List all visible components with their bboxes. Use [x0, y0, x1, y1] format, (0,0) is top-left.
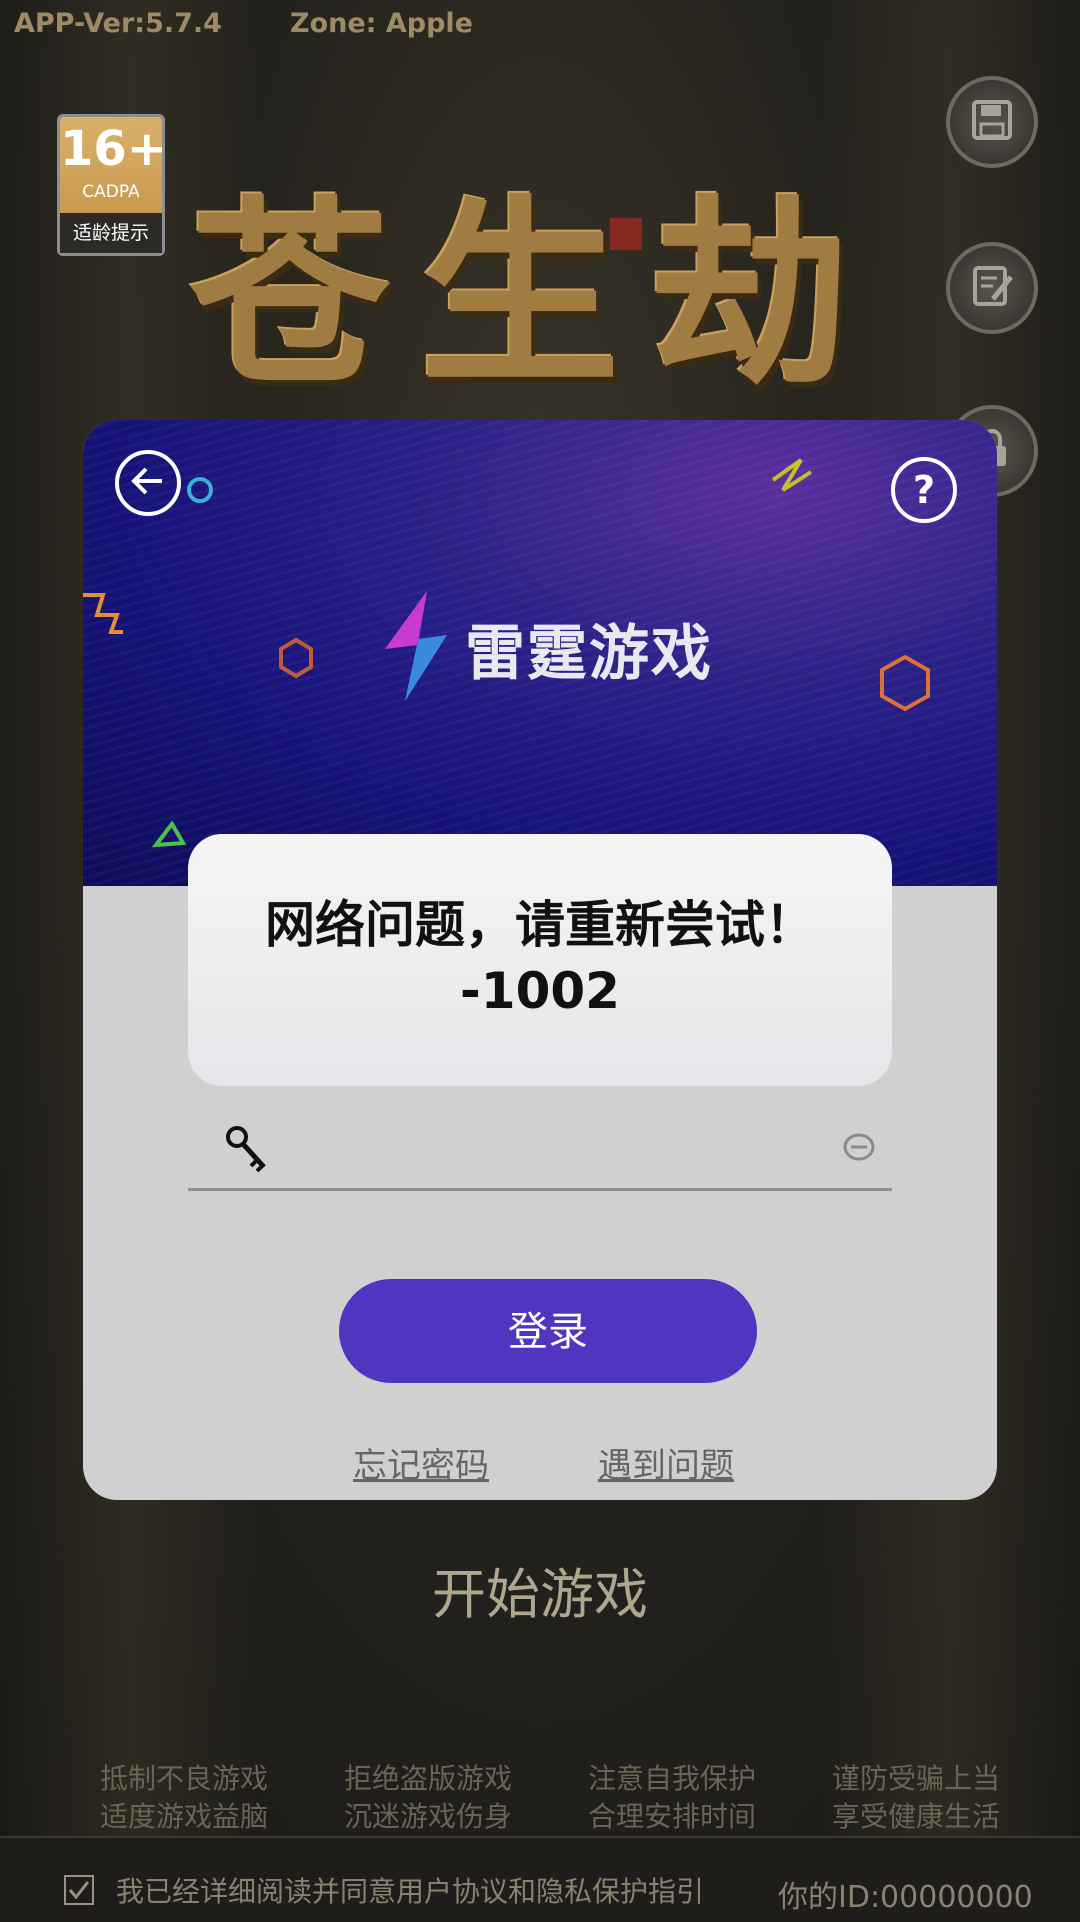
- health-notice-item: 沉迷游戏伤身: [343, 1800, 512, 1833]
- health-notice-item: 拒绝盗版游戏: [343, 1762, 512, 1795]
- login-button[interactable]: 登录: [339, 1279, 757, 1383]
- health-notice: 抵制不良游戏 拒绝盗版游戏 注意自我保护 谨防受骗上当 适度游戏益脑 沉迷游戏伤…: [100, 1760, 1000, 1836]
- bolt-logo-icon: [383, 591, 453, 705]
- dialog-banner: ? 雷霆游戏: [83, 420, 997, 886]
- checkmark-icon: [66, 1877, 92, 1903]
- notes-icon: [969, 263, 1015, 313]
- question-icon: ?: [912, 468, 936, 512]
- brand-name: 雷霆游戏: [465, 618, 713, 689]
- zone-label: Zone: Apple: [290, 8, 473, 39]
- password-field[interactable]: [188, 1110, 892, 1191]
- error-toast: 网络问题，请重新尝试！ -1002: [188, 834, 892, 1086]
- back-button[interactable]: [115, 450, 181, 516]
- arrow-left-icon: [130, 466, 166, 500]
- agreement-text[interactable]: 我已经详细阅读并同意用户协议和隐私保护指引: [116, 1870, 704, 1910]
- health-notice-item: 享受健康生活: [831, 1800, 1000, 1833]
- start-game-button[interactable]: 开始游戏: [0, 1550, 1080, 1629]
- save-button[interactable]: [946, 76, 1038, 168]
- logo-seal: [610, 218, 642, 250]
- user-id: 你的ID:00000000: [778, 1880, 1033, 1915]
- save-icon: [969, 97, 1015, 147]
- app-version: APP-Ver:5.7.4: [14, 8, 222, 39]
- brand: 雷霆游戏: [383, 591, 713, 701]
- age-rating-number: 16+: [60, 121, 168, 177]
- agreement-checkbox[interactable]: [64, 1875, 94, 1905]
- age-rating-org: CADPA: [82, 182, 140, 202]
- health-notice-item: 抵制不良游戏: [100, 1762, 269, 1795]
- health-notice-item: 合理安排时间: [587, 1800, 756, 1833]
- health-notice-item: 注意自我保护: [587, 1762, 756, 1795]
- key-icon: [224, 1124, 270, 1178]
- health-notice-item: 适度游戏益脑: [100, 1800, 269, 1833]
- health-notice-row: 适度游戏益脑 沉迷游戏伤身 合理安排时间 享受健康生活: [100, 1798, 1000, 1836]
- forgot-password-link[interactable]: 忘记密码: [353, 1438, 489, 1487]
- age-rating-badge[interactable]: 16+ CADPA 适龄提示: [57, 114, 168, 256]
- toast-message: 网络问题，请重新尝试！: [265, 896, 815, 954]
- problem-link[interactable]: 遇到问题: [598, 1438, 734, 1487]
- age-rating-tip: 适龄提示: [60, 213, 162, 253]
- health-notice-row: 抵制不良游戏 拒绝盗版游戏 注意自我保护 谨防受骗上当: [100, 1760, 1000, 1798]
- help-button[interactable]: ?: [891, 457, 957, 523]
- game-logo: 苍生劫: [190, 177, 881, 412]
- health-notice-item: 谨防受骗上当: [831, 1762, 1000, 1795]
- notes-button[interactable]: [946, 242, 1038, 334]
- toast-code: -1002: [460, 962, 620, 1020]
- eye-icon[interactable]: [842, 1132, 876, 1166]
